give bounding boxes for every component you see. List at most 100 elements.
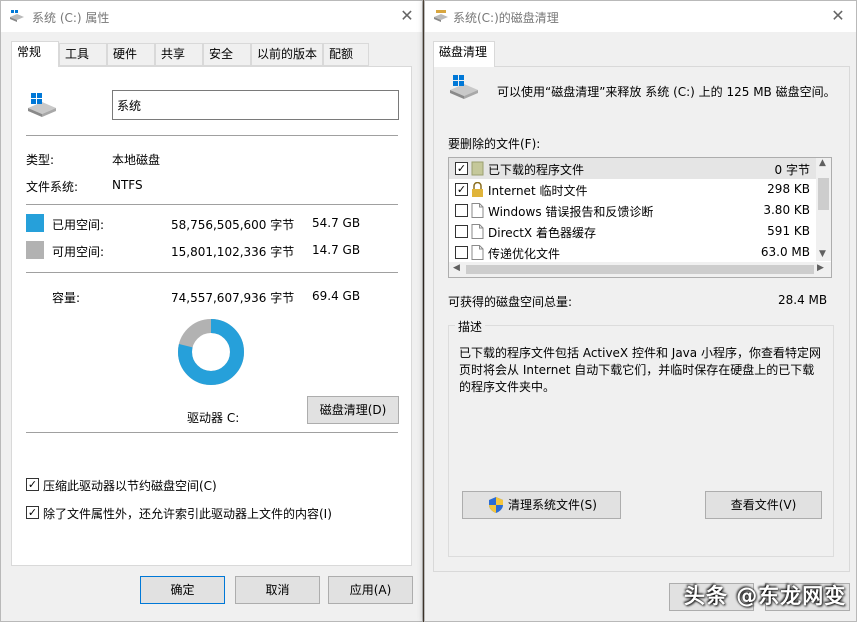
total-space-value: 28.4 MB xyxy=(778,293,828,307)
close-icon[interactable]: ✕ xyxy=(827,5,849,27)
scroll-thumb[interactable] xyxy=(466,265,814,274)
file-checkbox[interactable] xyxy=(455,225,468,238)
file-size: 298 KB xyxy=(767,182,810,196)
description-line: 的程序文件夹中。 xyxy=(459,380,556,394)
free-space-bytes: 15,801,102,336 字节 xyxy=(171,245,295,259)
scroll-left-icon[interactable]: ◀ xyxy=(453,263,460,273)
tab-hardware[interactable]: 硬件 xyxy=(107,43,155,66)
tab-sharing[interactable]: 共享 xyxy=(155,43,203,66)
drive-label: 驱动器 C: xyxy=(187,411,240,425)
tab-quota[interactable]: 配额 xyxy=(323,43,369,66)
file-name: Windows 错误报告和反馈诊断 xyxy=(488,205,654,219)
scroll-thumb[interactable] xyxy=(818,178,829,210)
cancel-button[interactable]: 取消 xyxy=(235,576,320,604)
vertical-scrollbar[interactable]: ▲ ▼ xyxy=(816,158,831,261)
list-item[interactable]: 传递优化文件 63.0 MB xyxy=(449,242,816,263)
watermark-text: 头条 @东龙网变 xyxy=(684,584,847,608)
cleanup-intro-text: 可以使用“磁盘清理”来释放 系统 (C:) 上的 125 MB 磁盘空间。 xyxy=(497,85,836,99)
check-icon: ✓ xyxy=(27,506,38,519)
used-space-swatch xyxy=(26,214,44,232)
type-label: 类型: xyxy=(26,153,55,167)
horizontal-scrollbar[interactable]: ◀ ▶ xyxy=(449,262,831,277)
list-item[interactable]: ✓ Internet 临时文件 298 KB xyxy=(449,179,816,200)
description-label: 描述 xyxy=(455,318,486,335)
properties-window: 系统 (C:) 属性 ✕ 常规 工具 硬件 共享 安全 以前的版本 配额 类型:… xyxy=(0,0,423,622)
compress-label[interactable]: 压缩此驱动器以节约磁盘空间(C) xyxy=(43,477,217,494)
capacity-label: 容量: xyxy=(52,291,81,305)
shield-icon xyxy=(489,497,503,513)
filesystem-label: 文件系统: xyxy=(26,180,79,194)
usage-donut xyxy=(178,319,244,385)
divider xyxy=(26,432,398,433)
divider xyxy=(26,135,398,136)
check-icon: ✓ xyxy=(456,183,467,196)
general-panel: 类型: 本地磁盘 文件系统: NTFS 已用空间: 58,756,505,600… xyxy=(11,66,412,566)
list-item[interactable]: Windows 错误报告和反馈诊断 3.80 KB xyxy=(449,200,816,221)
disk-cleanup-icon xyxy=(434,10,448,22)
scroll-down-icon[interactable]: ▼ xyxy=(819,249,826,259)
drive-icon xyxy=(28,93,56,117)
free-space-label: 可用空间: xyxy=(52,245,105,259)
file-icon xyxy=(471,245,484,260)
tab-general[interactable]: 常规 xyxy=(11,41,59,67)
file-checkbox[interactable]: ✓ xyxy=(455,162,468,175)
file-name: 传递优化文件 xyxy=(488,247,561,261)
filesystem-value: NTFS xyxy=(112,178,143,192)
list-item[interactable]: DirectX 着色器缓存 591 KB xyxy=(449,221,816,242)
cleanup-panel: 可以使用“磁盘清理”来释放 系统 (C:) 上的 125 MB 磁盘空间。 要删… xyxy=(433,66,850,572)
scroll-up-icon[interactable]: ▲ xyxy=(819,158,826,168)
file-size: 63.0 MB xyxy=(760,245,810,259)
file-name: Internet 临时文件 xyxy=(488,184,588,198)
file-checkbox[interactable] xyxy=(455,246,468,259)
files-to-delete-label: 要删除的文件(F): xyxy=(448,137,541,151)
divider xyxy=(26,272,398,273)
view-files-button[interactable]: 查看文件(V) xyxy=(705,491,822,519)
free-space-swatch xyxy=(26,241,44,259)
capacity-gb: 69.4 GB xyxy=(312,289,361,303)
drive-icon xyxy=(10,10,24,22)
description-line: 页时将会从 Internet 自动下载它们，并临时保存在硬盘上的已下载 xyxy=(459,363,815,377)
close-icon[interactable]: ✕ xyxy=(396,5,418,27)
used-space-label: 已用空间: xyxy=(52,218,105,232)
scroll-right-icon[interactable]: ▶ xyxy=(817,263,824,273)
compress-checkbox[interactable]: ✓ xyxy=(26,478,39,491)
folder-icon xyxy=(471,161,484,176)
file-size: 0 字节 xyxy=(774,163,810,177)
tab-disk-cleanup[interactable]: 磁盘清理 xyxy=(433,41,495,67)
file-checkbox[interactable]: ✓ xyxy=(455,183,468,196)
window-title: 系统 (C:) 属性 xyxy=(32,11,110,25)
file-icon xyxy=(471,203,484,218)
properties-titlebar[interactable]: 系统 (C:) 属性 ✕ xyxy=(1,1,422,32)
divider xyxy=(26,204,398,205)
index-label[interactable]: 除了文件属性外，还允许索引此驱动器上文件的内容(I) xyxy=(43,505,332,522)
ok-button[interactable]: 确定 xyxy=(140,576,225,604)
free-space-gb: 14.7 GB xyxy=(312,243,361,257)
file-checkbox[interactable] xyxy=(455,204,468,217)
check-icon: ✓ xyxy=(27,478,38,491)
list-item[interactable]: ✓ 已下载的程序文件 0 字节 xyxy=(449,158,816,179)
check-icon: ✓ xyxy=(456,162,467,175)
cleanup-system-files-button[interactable]: 清理系统文件(S) xyxy=(462,491,621,519)
capacity-bytes: 74,557,607,936 字节 xyxy=(171,291,295,305)
total-space-label: 可获得的磁盘空间总量: xyxy=(448,295,573,309)
disk-cleanup-window: 系统(C:)的磁盘清理 ✕ 磁盘清理 可以使用“磁盘清理”来释放 系统 (C:)… xyxy=(424,0,857,622)
file-name: 已下载的程序文件 xyxy=(488,163,585,177)
drive-icon xyxy=(450,75,478,99)
index-checkbox[interactable]: ✓ xyxy=(26,506,39,519)
files-list[interactable]: ✓ 已下载的程序文件 0 字节 ✓ Internet 临时文件 298 KB Windows… xyxy=(448,157,832,278)
tab-security[interactable]: 安全 xyxy=(203,43,251,66)
description-line: 已下载的程序文件包括 ActiveX 控件和 Java 小程序，你查看特定网 xyxy=(459,346,821,360)
lock-icon xyxy=(472,182,483,197)
file-size: 591 KB xyxy=(767,224,810,238)
file-icon xyxy=(471,224,484,239)
disk-cleanup-button[interactable]: 磁盘清理(D) xyxy=(307,396,399,424)
window-title: 系统(C:)的磁盘清理 xyxy=(453,11,559,25)
file-size: 3.80 KB xyxy=(763,203,810,217)
tab-previous-versions[interactable]: 以前的版本 xyxy=(251,43,323,66)
tab-tools[interactable]: 工具 xyxy=(59,43,107,66)
apply-button[interactable]: 应用(A) xyxy=(328,576,413,604)
volume-label-input[interactable] xyxy=(112,90,399,120)
used-space-gb: 54.7 GB xyxy=(312,216,361,230)
cleanup-titlebar[interactable]: 系统(C:)的磁盘清理 ✕ xyxy=(425,1,856,32)
type-value: 本地磁盘 xyxy=(112,153,161,167)
